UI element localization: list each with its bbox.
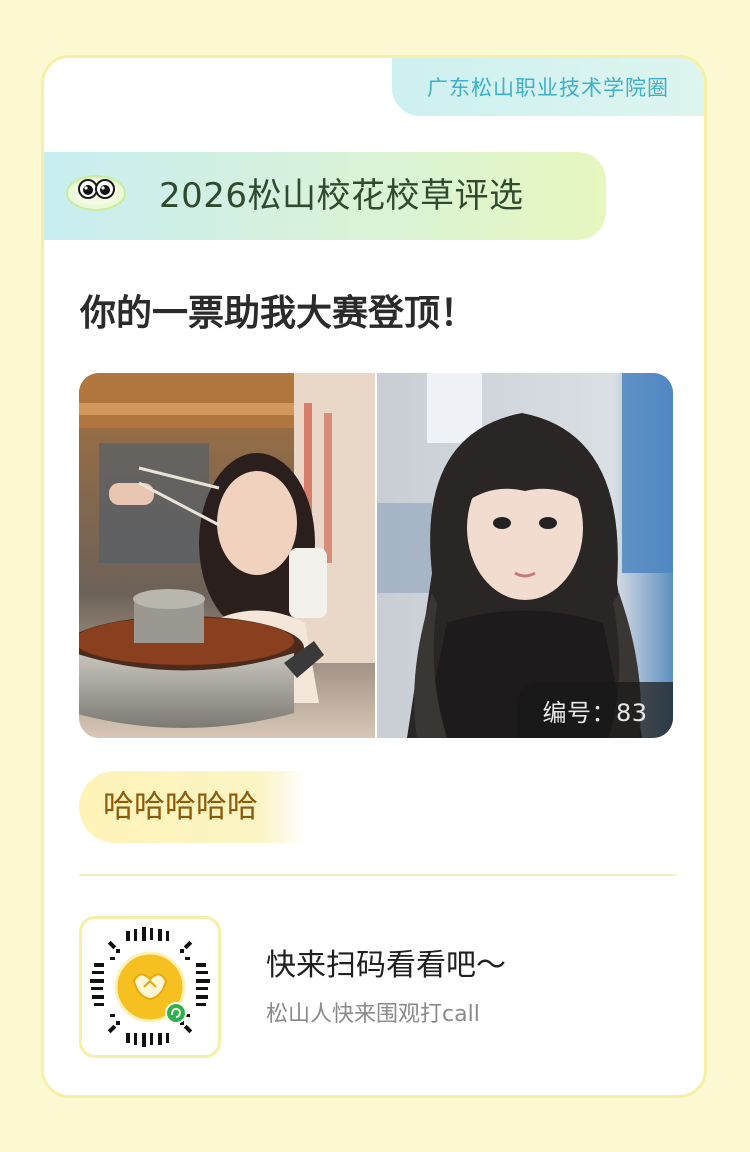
contestant-number-badge: 编号：83 [517, 682, 673, 738]
contestant-nickname: 哈哈哈哈哈 [79, 771, 305, 843]
cta-subtitle: 松山人快来围观打call [266, 1002, 480, 1027]
vote-share-card: 广东松山职业技术学院圈 2026松山校花校草评选 你的一票助我大赛登顶！ 编号：… [41, 55, 707, 1098]
cta-title: 快来扫码看看吧～ [266, 948, 506, 983]
mini-program-qr-code-icon [88, 925, 212, 1049]
banner-title: 2026松山校花校草评选 [159, 176, 524, 216]
college-circle-label: 广东松山职业技术学院圈 [427, 76, 669, 100]
divider [79, 874, 677, 876]
headline: 你的一票助我大赛登顶！ [80, 293, 477, 334]
photo-contestant-hotpot[interactable] [79, 373, 375, 738]
contest-banner: 2026松山校花校草评选 [44, 152, 606, 240]
photo-gallery[interactable]: 编号：83 [79, 373, 673, 738]
photo-contestant-portrait[interactable]: 编号：83 [377, 373, 673, 738]
eyes-mascot-icon [66, 175, 126, 211]
college-circle-tag[interactable]: 广东松山职业技术学院圈 [392, 58, 704, 116]
qr-code[interactable] [79, 916, 221, 1058]
